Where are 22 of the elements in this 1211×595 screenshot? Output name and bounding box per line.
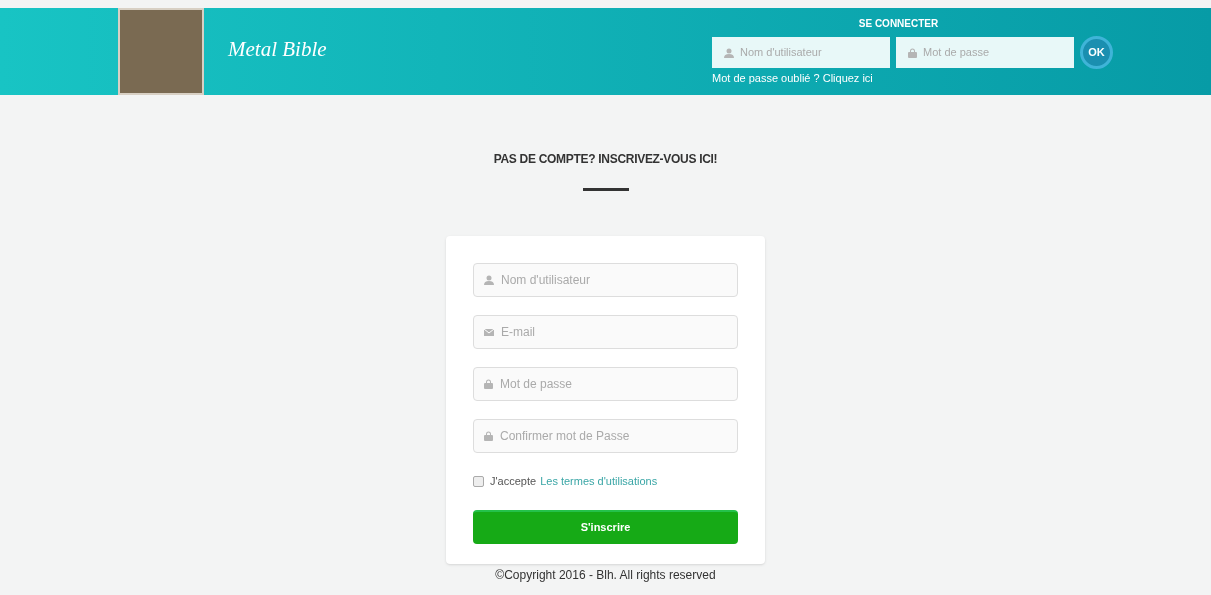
site-title: Metal Bible — [228, 37, 327, 61]
login-input-field[interactable]: Nom d'utilisateur — [712, 37, 890, 68]
terms-link[interactable]: Les termes d'utilisations — [540, 473, 658, 490]
signup-heading: PAS DE COMPTE? INSCRIVEZ-VOUS ICI! — [493, 151, 718, 168]
ok-button[interactable]: OK — [1080, 36, 1113, 69]
login-heading: SE CONNECTER — [858, 17, 939, 31]
lock-icon — [908, 47, 917, 58]
user-icon — [484, 275, 494, 285]
signup-button[interactable]: S'inscrire — [473, 509, 738, 544]
user-icon — [724, 47, 734, 58]
input-field[interactable]: Nom d'utilisateur — [473, 263, 738, 297]
input-field[interactable]: Confirmer mot de Passe — [473, 419, 738, 453]
lock-icon — [484, 431, 493, 441]
input-field[interactable]: E-mail — [473, 315, 738, 349]
input-field[interactable]: Mot de passe — [473, 367, 738, 401]
lock-icon — [484, 379, 493, 389]
login-input-field[interactable]: Mot de passe — [896, 37, 1074, 68]
terms-label: J'accepte — [490, 474, 537, 489]
mail-icon — [484, 328, 494, 336]
copyright-text: ©Copyright 2016 - Blh. All rights reserved — [495, 567, 716, 582]
forgot-password-link[interactable]: Mot de passe oublié ? Cliquez ici — [712, 70, 873, 87]
terms-checkbox[interactable] — [473, 475, 484, 487]
